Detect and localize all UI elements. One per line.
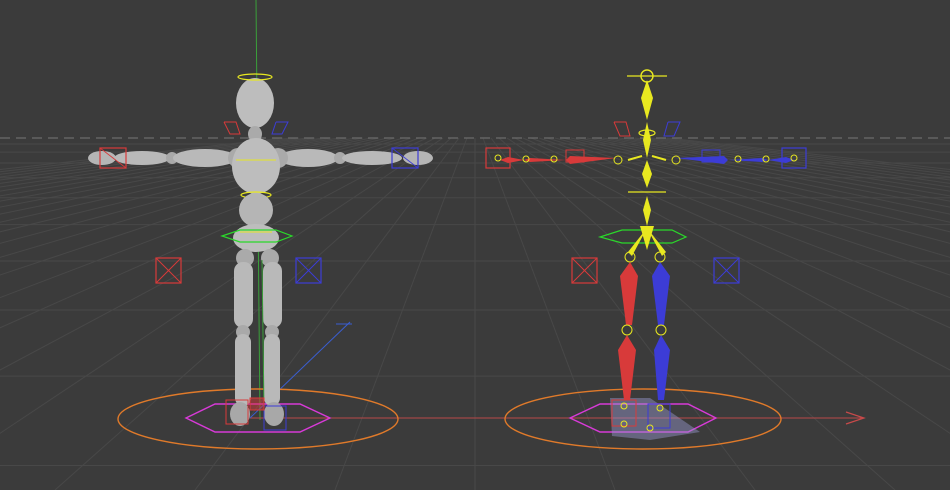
rig-head-bone bbox=[641, 80, 653, 120]
mannequin-head bbox=[236, 78, 274, 128]
rig-pelvis-center bbox=[640, 226, 654, 250]
right-clavicle-controller[interactable] bbox=[271, 121, 289, 135]
mannequin-chest bbox=[232, 138, 280, 194]
rig-left-hand-joint bbox=[494, 154, 502, 162]
grid-line bbox=[482, 137, 616, 490]
left-upper-arm bbox=[173, 149, 237, 167]
rig-spine-bone bbox=[643, 196, 651, 226]
rig-left-hand bbox=[500, 157, 524, 163]
left-shin bbox=[235, 334, 251, 406]
rig-left-clavicle-controller[interactable] bbox=[613, 121, 631, 137]
right-shin bbox=[264, 334, 280, 406]
left-forearm bbox=[114, 151, 170, 165]
rig-right-clavicle-controller[interactable] bbox=[663, 121, 681, 137]
rig-right-hand-joint bbox=[790, 154, 798, 162]
left-foot bbox=[230, 402, 250, 426]
right-thigh bbox=[263, 262, 282, 328]
rig-left-knee-joint bbox=[621, 324, 633, 336]
mannequin-pelvis bbox=[233, 224, 279, 252]
grid-line bbox=[514, 137, 950, 371]
grid-line bbox=[642, 137, 950, 178]
rig-right-elbow-joint bbox=[734, 155, 742, 163]
grid-line bbox=[0, 137, 420, 299]
rig-right-knee-joint bbox=[655, 324, 667, 336]
grid-line bbox=[0, 137, 444, 434]
right-forearm bbox=[342, 151, 402, 165]
rig-right-thigh bbox=[652, 262, 670, 325]
left-foot-pivot[interactable] bbox=[249, 397, 265, 411]
left-thigh bbox=[234, 262, 253, 328]
rig-right-forearm bbox=[728, 158, 768, 162]
skeleton-rig[interactable] bbox=[485, 69, 807, 450]
rig-left-thigh bbox=[620, 262, 638, 325]
grid-line bbox=[626, 137, 950, 184]
grid-line bbox=[506, 137, 950, 434]
mannequin-abdomen bbox=[239, 193, 273, 227]
3d-viewport[interactable] bbox=[0, 0, 950, 490]
grid-line bbox=[658, 137, 950, 173]
grid-line bbox=[634, 137, 950, 181]
mannequin-figure[interactable] bbox=[88, 73, 433, 450]
grid-line bbox=[490, 137, 756, 490]
left-clavicle-controller[interactable] bbox=[223, 121, 241, 135]
grid-line bbox=[334, 137, 468, 490]
grid-line bbox=[538, 137, 950, 276]
grid-line bbox=[0, 137, 348, 197]
rig-right-shin bbox=[654, 335, 670, 400]
rig-right-clavicle-bar bbox=[651, 155, 667, 161]
grid-line bbox=[0, 137, 356, 202]
floor-grid bbox=[0, 137, 950, 490]
grid-line bbox=[530, 137, 950, 299]
grid-line bbox=[0, 137, 412, 276]
rig-left-shin bbox=[618, 335, 636, 400]
left-hand bbox=[88, 151, 116, 165]
